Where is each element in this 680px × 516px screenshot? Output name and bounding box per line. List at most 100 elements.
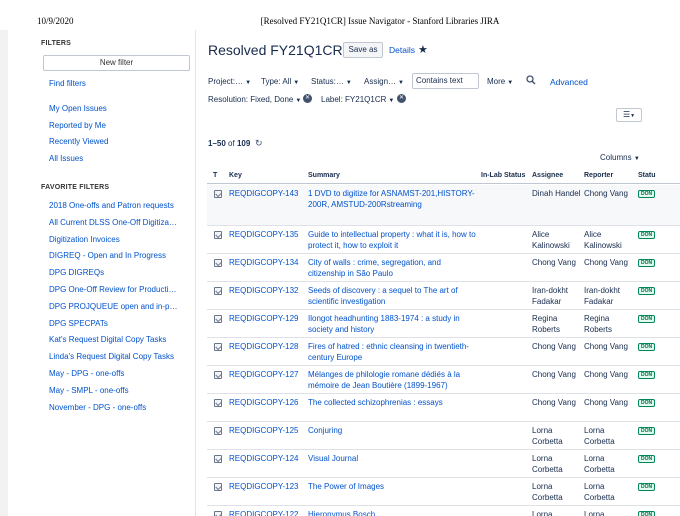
assignee-criteria[interactable]: Assign… ▼ (364, 77, 404, 86)
table-row[interactable]: REQDIGCOPY-126 The collected schizophreni… (207, 394, 680, 422)
clear-label-icon[interactable]: ✕ (397, 94, 406, 103)
issue-key-link[interactable]: REQDIGCOPY-132 (229, 286, 299, 295)
issue-key-link[interactable]: REQDIGCOPY-126 (229, 398, 299, 407)
table-row[interactable]: REQDIGCOPY-127 Mélanges de philologie rom… (207, 366, 680, 394)
table-row[interactable]: REQDIGCOPY-123 The Power of Images Lorna C… (207, 478, 680, 506)
issue-summary-link[interactable]: City of walls : crime, segregation, and … (308, 257, 478, 279)
label-criteria[interactable]: Label: FY21Q1CR ▼ (321, 95, 394, 104)
results-count: 1–50 of 109 (208, 139, 250, 148)
new-filter-button[interactable]: New filter (43, 55, 190, 71)
assignee-cell: Regina Roberts (532, 314, 561, 334)
favorite-filter-link[interactable]: DPG PROJQUEUE open and in-p… (49, 302, 178, 311)
favorite-filter-link[interactable]: Linda's Request Digital Copy Tasks (49, 352, 174, 361)
assignee-cell: Lorna Corbetta (532, 454, 563, 474)
type-criteria[interactable]: Type: All ▼ (261, 77, 299, 86)
issue-key-link[interactable]: REQDIGCOPY-123 (229, 482, 299, 491)
favorite-filter-link[interactable]: Digitization Invoices (49, 235, 120, 244)
project-criteria[interactable]: Project:… ▼ (208, 77, 251, 86)
more-criteria-button[interactable]: More ▼ (487, 77, 513, 86)
table-row[interactable]: REQDIGCOPY-132 Seeds of discovery : a seq… (207, 282, 680, 310)
favorite-filter-link[interactable]: DPG One-Off Review for Producti… (49, 285, 176, 294)
columns-button[interactable]: Columns ▼ (600, 153, 640, 162)
type-criteria-label: Type: All (261, 77, 292, 86)
issue-summary-link[interactable]: Seeds of discovery : a sequel to The art… (308, 285, 478, 307)
star-icon[interactable]: ★ (418, 43, 428, 56)
clear-resolution-icon[interactable]: ✕ (303, 94, 312, 103)
col-status[interactable]: Statu (638, 172, 656, 179)
issue-summary-link[interactable]: Visual Journal (308, 453, 478, 464)
favorite-filter-link[interactable]: DPG SPECPATs (49, 319, 108, 328)
system-filter-link[interactable]: Reported by Me (49, 121, 106, 130)
layout-switcher-button[interactable]: ☰▼ (616, 108, 642, 122)
issue-summary-link[interactable]: The Power of Images (308, 481, 478, 492)
system-filter-link[interactable]: Recently Viewed (49, 137, 108, 146)
col-key[interactable]: Key (229, 172, 242, 179)
issue-key-link[interactable]: REQDIGCOPY-134 (229, 258, 299, 267)
resolution-criteria[interactable]: Resolution: Fixed, Done ▼ (208, 95, 301, 104)
status-badge: DON (638, 511, 656, 516)
issue-summary-link[interactable]: Conjuring (308, 425, 478, 436)
issue-key-link[interactable]: REQDIGCOPY-122 (229, 510, 299, 516)
issue-summary-link[interactable]: Guide to intellectual property : what it… (308, 229, 478, 251)
save-as-button[interactable]: Save as (343, 42, 383, 58)
col-assignee[interactable]: Assignee (532, 172, 563, 179)
favorite-filter-link[interactable]: DIGREQ - Open and In Progress (49, 251, 166, 260)
task-type-icon (214, 315, 222, 323)
favorite-filter-link[interactable]: All Current DLSS One-Off Digitiza… (49, 218, 177, 227)
find-filters-link[interactable]: Find filters (49, 79, 86, 88)
favorite-filter-link[interactable]: May - DPG - one-offs (49, 369, 124, 378)
col-type[interactable]: T (213, 172, 217, 179)
issue-summary-link[interactable]: Mélanges de philologie romane dédiés à l… (308, 369, 478, 391)
favorite-filter-link[interactable]: 2018 One-offs and Patron requests (49, 201, 174, 210)
table-row[interactable]: REQDIGCOPY-129 Ilongot headhunting 1883-1… (207, 310, 680, 338)
table-row[interactable]: REQDIGCOPY-135 Guide to intellectual prop… (207, 226, 680, 254)
more-criteria-label: More (487, 77, 506, 86)
issue-summary-link[interactable]: Hieronymus Bosch (308, 509, 478, 516)
assignee-cell: Chong Vang (532, 370, 576, 379)
issue-summary-link[interactable]: Ilongot headhunting 1883-1974 : a study … (308, 313, 478, 335)
assignee-cell: Alice Kalinowski (532, 230, 570, 250)
issue-summary-link[interactable]: 1 DVD to digitize for ASNAMST-201,HISTOR… (308, 188, 478, 210)
advanced-search-link[interactable]: Advanced (550, 77, 588, 87)
issue-key-link[interactable]: REQDIGCOPY-143 (229, 189, 299, 198)
favorite-filter-link[interactable]: Kat's Request Digital Copy Tasks (49, 335, 166, 344)
page-title: Resolved FY21Q1CR (208, 42, 343, 58)
status-badge: DON (638, 371, 656, 379)
contains-text-input[interactable]: Contains text (412, 73, 479, 89)
system-filter-link[interactable]: All Issues (49, 154, 83, 163)
favorite-filter-link[interactable]: November - DPG - one-offs (49, 403, 146, 412)
issue-key-link[interactable]: REQDIGCOPY-128 (229, 342, 299, 351)
task-type-icon (214, 371, 222, 379)
issue-key-link[interactable]: REQDIGCOPY-129 (229, 314, 299, 323)
table-row[interactable]: REQDIGCOPY-125 Conjuring Lorna Corbetta Lor… (207, 422, 680, 450)
table-row[interactable]: REQDIGCOPY-134 City of walls : crime, seg… (207, 254, 680, 282)
system-filter-link[interactable]: My Open Issues (49, 104, 107, 113)
task-type-icon (214, 259, 222, 267)
details-link[interactable]: Details (389, 45, 415, 55)
table-row[interactable]: REQDIGCOPY-124 Visual Journal Lorna Corbet… (207, 450, 680, 478)
status-criteria[interactable]: Status:… ▼ (311, 77, 352, 86)
col-in-lab-status[interactable]: In-Lab Status (481, 172, 525, 179)
issue-key-link[interactable]: REQDIGCOPY-135 (229, 230, 299, 239)
search-icon[interactable] (526, 75, 536, 85)
status-badge: DON (638, 399, 656, 407)
assignee-cell: Chong Vang (532, 258, 576, 267)
refresh-icon[interactable]: ↻ (255, 138, 263, 149)
issue-key-link[interactable]: REQDIGCOPY-124 (229, 454, 299, 463)
chevron-down-icon: ▼ (293, 80, 300, 86)
favorite-filter-link[interactable]: May - SMPL - one-offs (49, 386, 129, 395)
favorite-filter-link[interactable]: DPG DIGREQs (49, 268, 104, 277)
assignee-cell: Lorna (532, 510, 553, 516)
table-row[interactable]: REQDIGCOPY-128 Fires of hatred : ethnic c… (207, 338, 680, 366)
table-row[interactable]: REQDIGCOPY-143 1 DVD to digitize for ASNA… (207, 185, 680, 226)
issue-summary-link[interactable]: The collected schizophrenias : essays (308, 397, 478, 408)
issue-key-link[interactable]: REQDIGCOPY-127 (229, 370, 299, 379)
issue-key-link[interactable]: REQDIGCOPY-125 (229, 426, 299, 435)
issue-summary-link[interactable]: Fires of hatred : ethnic cleansing in tw… (308, 341, 478, 363)
col-summary[interactable]: Summary (308, 172, 340, 179)
assignee-cell: Lorna Corbetta (532, 482, 563, 502)
table-row[interactable]: REQDIGCOPY-122 Hieronymus Bosch Lorna Lorna… (207, 506, 680, 516)
col-reporter[interactable]: Reporter (584, 172, 613, 179)
status-badge: DON (638, 427, 656, 435)
assignee-cell: Dinah Handel (532, 189, 581, 198)
